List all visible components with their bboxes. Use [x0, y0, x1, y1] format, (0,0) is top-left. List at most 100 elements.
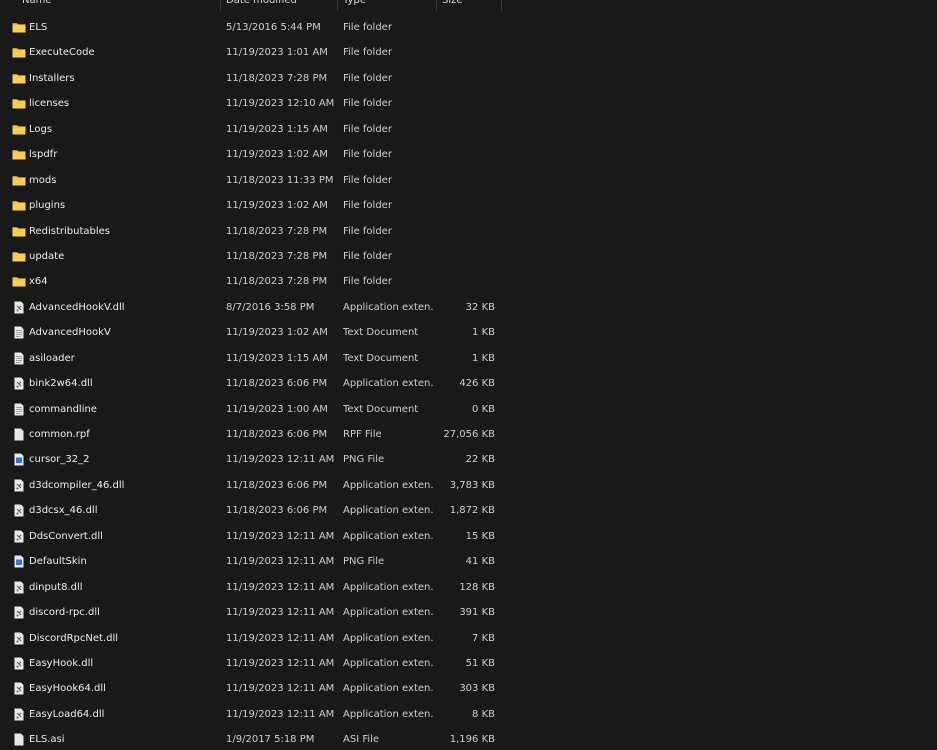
file-size: 15 KB — [465, 530, 495, 542]
file-type: Application exten... — [343, 581, 433, 593]
file-type: Text Document — [343, 327, 419, 339]
date-modified: 11/19/2023 12:11 AM — [226, 683, 334, 695]
file-size: 8 KB — [472, 708, 495, 720]
date-modified: 5/13/2016 5:44 PM — [226, 22, 321, 33]
date-modified: 11/18/2023 7:28 PM — [226, 276, 328, 288]
file-name: EasyLoad64.dll — [29, 708, 105, 720]
file-size — [437, 117, 495, 142]
date-modified: 11/18/2023 6:06 PM — [226, 505, 328, 517]
file-row[interactable]: d3dcompiler_46.dll 11/18/2023 6:06 PM Appl… — [0, 473, 937, 498]
file-row[interactable]: DefaultSkin 11/19/2023 12:11 AM PNG File 41… — [0, 549, 937, 574]
file-size: 426 KB — [459, 378, 495, 390]
file-row[interactable]: mods 11/18/2023 11:33 PM File folder — [0, 168, 937, 193]
date-modified: 11/19/2023 12:11 AM — [226, 657, 334, 669]
file-type: Application exten... — [343, 607, 433, 619]
text-file-icon — [12, 403, 26, 416]
column-header-name[interactable]: Name — [22, 0, 52, 11]
file-size: 1,872 KB — [449, 505, 495, 517]
file-row[interactable]: d3dcsx_46.dll 11/18/2023 6:06 PM Applicati… — [0, 498, 937, 523]
date-modified: 11/19/2023 1:02 AM — [226, 327, 328, 339]
file-row[interactable]: EasyLoad64.dll 11/19/2023 12:11 AM Applica… — [0, 702, 937, 727]
file-row[interactable]: asiloader 11/19/2023 1:15 AM Text Document… — [0, 346, 937, 371]
date-modified: 11/18/2023 6:06 PM — [226, 378, 328, 390]
dll-file-icon — [12, 301, 26, 314]
file-type: File folder — [343, 276, 392, 288]
file-size — [437, 168, 495, 193]
column-divider[interactable] — [436, 0, 437, 11]
file-type: File folder — [343, 22, 392, 33]
file-name: asiloader — [29, 352, 75, 364]
file-name: ELS — [29, 22, 48, 33]
file-row[interactable]: cursor_32_2 11/19/2023 12:11 AM PNG File 22… — [0, 447, 937, 472]
dll-file-icon — [12, 581, 26, 594]
file-type: File folder — [343, 149, 392, 161]
file-type: Text Document — [343, 403, 419, 415]
file-name: ELS.asi — [29, 734, 65, 746]
file-row[interactable]: DiscordRpcNet.dll 11/19/2023 12:11 AM Appl… — [0, 626, 937, 651]
file-size — [437, 244, 495, 269]
file-row[interactable]: update 11/18/2023 7:28 PM File folder — [0, 244, 937, 269]
file-row[interactable]: plugins 11/19/2023 1:02 AM File folder — [0, 193, 937, 218]
date-modified: 11/19/2023 1:15 AM — [226, 352, 328, 364]
file-row[interactable]: ELS 5/13/2016 5:44 PM File folder — [0, 15, 937, 40]
file-size: 1 KB — [472, 327, 495, 339]
file-row[interactable]: DdsConvert.dll 11/19/2023 12:11 AM Applica… — [0, 524, 937, 549]
date-modified: 11/19/2023 12:11 AM — [226, 632, 334, 644]
folder-icon — [12, 148, 26, 161]
column-divider[interactable] — [501, 0, 502, 11]
file-row[interactable]: Logs 11/19/2023 1:15 AM File folder — [0, 117, 937, 142]
folder-icon — [12, 174, 26, 187]
file-row[interactable]: dinput8.dll 11/19/2023 12:11 AM Applicatio… — [0, 575, 937, 600]
file-name: EasyHook.dll — [29, 657, 94, 669]
text-file-icon — [12, 352, 26, 365]
dll-file-icon — [12, 530, 26, 543]
date-modified: 11/18/2023 11:33 PM — [226, 174, 334, 186]
file-size: 41 KB — [465, 556, 495, 568]
file-size — [437, 91, 495, 116]
file-row[interactable]: ELS.asi 1/9/2017 5:18 PM ASI File 1,196 KB — [0, 727, 937, 750]
dll-file-icon — [12, 708, 26, 721]
file-list: ELS 5/13/2016 5:44 PM File folder ExecuteCo… — [0, 15, 937, 750]
file-size: 128 KB — [459, 581, 495, 593]
file-name: EasyHook64.dll — [29, 683, 106, 695]
file-row[interactable]: Installers 11/18/2023 7:28 PM File folder — [0, 66, 937, 91]
column-header-type[interactable]: Type — [343, 0, 366, 11]
column-header-date-modified[interactable]: Date modified — [226, 0, 297, 11]
file-row[interactable]: discord-rpc.dll 11/19/2023 12:11 AM Applic… — [0, 600, 937, 625]
date-modified: 11/18/2023 7:28 PM — [226, 250, 328, 262]
file-row[interactable]: common.rpf 11/18/2023 6:06 PM RPF File 27,0… — [0, 422, 937, 447]
file-type: Application exten... — [343, 683, 433, 695]
file-row[interactable]: bink2w64.dll 11/18/2023 6:06 PM Applicatio… — [0, 371, 937, 396]
file-row[interactable]: Redistributables 11/18/2023 7:28 PM File f… — [0, 219, 937, 244]
date-modified: 11/19/2023 12:11 AM — [226, 581, 334, 593]
folder-icon — [12, 72, 26, 85]
file-size — [437, 219, 495, 244]
file-type: Text Document — [343, 352, 419, 364]
file-size: 27,056 KB — [443, 429, 495, 440]
file-type: PNG File — [343, 556, 385, 568]
file-row[interactable]: EasyHook64.dll 11/19/2023 12:11 AM Applica… — [0, 676, 937, 701]
dll-file-icon — [12, 632, 26, 645]
date-modified: 11/19/2023 12:11 AM — [226, 607, 334, 619]
file-size — [437, 193, 495, 218]
file-type: ASI File — [343, 734, 380, 746]
file-row[interactable]: x64 11/18/2023 7:28 PM File folder — [0, 269, 937, 294]
file-name: Logs — [29, 123, 53, 135]
file-name: AdvancedHookV — [29, 327, 111, 339]
file-type: RPF File — [343, 429, 382, 440]
file-row[interactable]: lspdfr 11/19/2023 1:02 AM File folder — [0, 142, 937, 167]
file-row[interactable]: EasyHook.dll 11/19/2023 12:11 AM Applicati… — [0, 651, 937, 676]
file-size — [437, 142, 495, 167]
file-type: File folder — [343, 98, 392, 110]
file-row[interactable]: AdvancedHookV.dll 8/7/2016 3:58 PM Applica… — [0, 295, 937, 320]
dll-file-icon — [12, 606, 26, 619]
column-divider[interactable] — [220, 0, 221, 11]
date-modified: 11/19/2023 12:11 AM — [226, 454, 334, 466]
column-divider[interactable] — [337, 0, 338, 11]
file-row[interactable]: ExecuteCode 11/19/2023 1:01 AM File folder — [0, 40, 937, 65]
folder-icon — [12, 46, 26, 59]
file-row[interactable]: commandline 11/19/2023 1:00 AM Text Docume… — [0, 397, 937, 422]
column-header-size[interactable]: Size — [442, 0, 463, 11]
file-row[interactable]: AdvancedHookV 11/19/2023 1:02 AM Text Docu… — [0, 320, 937, 345]
file-row[interactable]: licenses 11/19/2023 12:10 AM File folder — [0, 91, 937, 116]
